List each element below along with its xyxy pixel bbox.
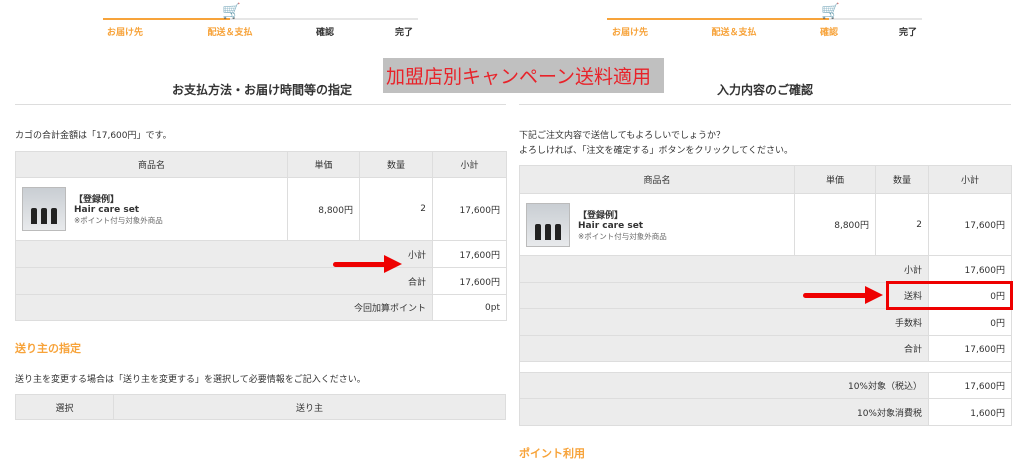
col-subtotal: 小計 <box>432 151 507 178</box>
product-name: Hair care set <box>578 220 644 231</box>
tax-value: 1,600円 <box>928 398 1012 426</box>
page-title: 入力内容のご確認 <box>716 83 814 97</box>
col-subtotal: 小計 <box>928 165 1012 194</box>
divider <box>15 104 506 105</box>
points-value: 0pt <box>432 294 507 321</box>
col-price: 単価 <box>287 151 360 178</box>
confirm-text-1: 下記ご注文内容で送信してもよろしいでしょうか？ <box>519 131 726 141</box>
line-subtotal: 17,600円 <box>432 177 507 241</box>
fee-value: 0円 <box>928 308 1012 336</box>
fee-label: 手数料 <box>519 308 929 336</box>
step-confirm: 確認 <box>315 28 335 38</box>
divider <box>519 104 1011 105</box>
col-price: 単価 <box>794 165 876 194</box>
confirm-text-2: よろしければ、「注文を確定する」ボタンをクリックしてください。 <box>519 146 793 156</box>
step-delivery: お届け先 <box>106 28 144 38</box>
cart-total-text: カゴの合計金額は「17,600円」です。 <box>15 131 172 141</box>
product-name: Hair care set <box>74 205 140 215</box>
step-shipping-payment: 配送＆支払 <box>207 28 253 38</box>
step-complete: 完了 <box>394 28 414 38</box>
table-row: 【登録例】 Hair care set ※ポイント付与対象外商品 8,800円 2 … <box>519 193 1012 256</box>
subtotal-label: 小計 <box>519 255 929 283</box>
arrow-annotation <box>333 255 402 273</box>
step-delivery: お届け先 <box>611 28 649 38</box>
col-product: 商品名 <box>519 165 795 194</box>
product-note: ※ポイント付与対象外商品 <box>578 231 667 241</box>
order-table: 商品名 単価 数量 小計 【登録例】 Hair care set ※ポイント付与対象外商品… <box>15 151 507 321</box>
quantity: 2 <box>359 177 433 241</box>
points-heading: ポイント利用 <box>519 447 585 460</box>
line-subtotal: 17,600円 <box>928 193 1012 256</box>
total-label: 合計 <box>15 267 433 295</box>
tax-base-label: 10%対象（税込） <box>519 372 929 399</box>
points-label: 今回加算ポイント <box>15 294 433 321</box>
arrow-annotation <box>803 286 883 304</box>
product-image <box>526 202 570 247</box>
col-qty: 数量 <box>359 151 433 178</box>
tax-label: 10%対象消費税 <box>519 398 929 426</box>
campaign-banner: 加盟店別キャンペーン送料適用 <box>383 58 664 93</box>
progress-fill <box>103 18 230 20</box>
cart-icon: 🛒 <box>821 2 840 20</box>
unit-price: 8,800円 <box>287 177 360 241</box>
sender-table: 選択 送り主 <box>15 394 506 420</box>
col-sender: 送り主 <box>113 394 506 420</box>
total-label: 合計 <box>519 335 929 362</box>
sender-text: 送り主を変更する場合は「送り主を変更する」を選択して必要情報をご記入ください。 <box>15 375 366 385</box>
total-value: 17,600円 <box>432 267 507 295</box>
sender-heading: 送り主の指定 <box>15 342 81 355</box>
table-row: 【登録例】 Hair care set ※ポイント付与対象外商品 8,800円 2 … <box>15 177 507 241</box>
step-confirm: 確認 <box>819 28 839 38</box>
progress-fill <box>607 18 829 20</box>
total-value: 17,600円 <box>928 335 1012 362</box>
step-shipping-payment: 配送＆支払 <box>711 28 757 38</box>
spacer-row <box>519 361 1012 373</box>
subtotal-value: 17,600円 <box>432 240 507 268</box>
quantity: 2 <box>875 193 929 256</box>
product-tag: 【登録例】 <box>578 210 624 221</box>
col-qty: 数量 <box>875 165 929 194</box>
highlight-box <box>886 281 1013 310</box>
subtotal-value: 17,600円 <box>928 255 1012 283</box>
product-image <box>22 187 66 231</box>
page-title: お支払方法・お届け時間等の指定 <box>171 83 353 97</box>
unit-price: 8,800円 <box>794 193 876 256</box>
tax-base-value: 17,600円 <box>928 372 1012 399</box>
col-product: 商品名 <box>15 151 288 178</box>
product-note: ※ポイント付与対象外商品 <box>74 216 163 225</box>
cart-icon: 🛒 <box>222 2 241 20</box>
step-complete: 完了 <box>898 28 918 38</box>
col-select: 選択 <box>15 394 114 420</box>
product-tag: 【登録例】 <box>74 195 120 205</box>
